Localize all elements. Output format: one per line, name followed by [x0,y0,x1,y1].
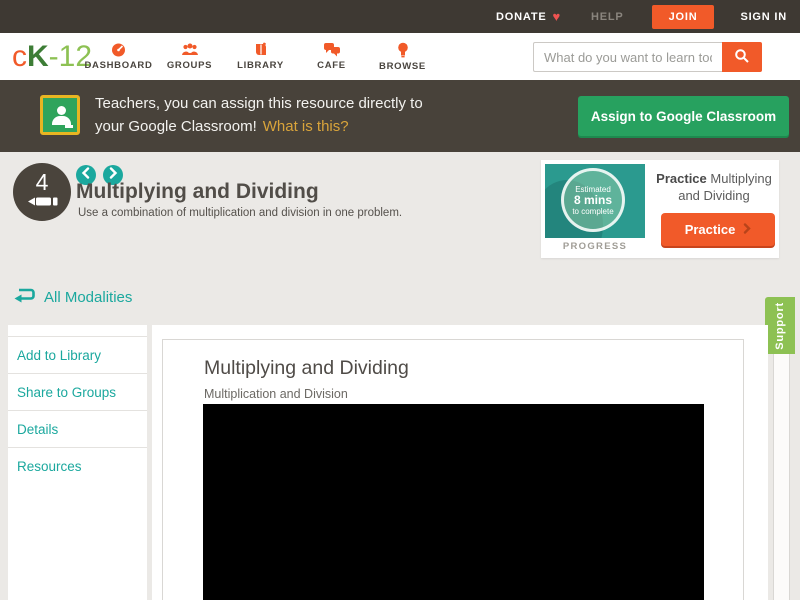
chevron-right-icon [743,222,751,237]
all-modalities-link[interactable]: All Modalities [12,286,132,308]
support-tab-label: Support [774,302,786,350]
practice-cta-text: Practice Multiplying and Dividing [651,170,777,204]
content-heading: Multiplying and Dividing [204,357,409,380]
ck12-logo[interactable]: cK-12 [12,33,92,80]
sidebar-item-add-to-library[interactable]: Add to Library [8,336,147,373]
practice-thumbnail[interactable]: Estimated 8 mins to complete [545,164,645,238]
all-modalities-label: All Modalities [44,289,132,306]
dashboard-gauge-icon [109,42,128,57]
nav-item-library[interactable]: LIBRARY [225,33,296,80]
main-nav: cK-12 DASHBOARD GROUPS LIBRARY CAFE [0,33,800,80]
modality-frame: Multiplying and Dividing Multiplication … [162,339,744,600]
sidebar-item-share-to-groups[interactable]: Share to Groups [8,373,147,410]
nav-label: BROWSE [379,61,426,72]
concept-sidebar: Add to Library Share to Groups Details R… [8,325,147,600]
practice-card: Estimated 8 mins to complete PROGRESS Pr… [541,160,779,258]
what-is-this-link[interactable]: What is this? [263,118,349,135]
estimated-time-circle: Estimated 8 mins to complete [561,168,625,232]
sidebar-item-details[interactable]: Details [8,410,147,447]
progress-label: PROGRESS [541,241,649,252]
content-panel: Multiplying and Dividing Multiplication … [152,325,768,600]
google-classroom-banner: Teachers, you can assign this resource d… [0,80,800,152]
return-arrow-icon [12,286,36,308]
video-player[interactable] [203,404,704,600]
nav-label: CAFE [317,60,346,71]
sidebar-item-resources[interactable]: Resources [8,447,147,484]
nav-items: DASHBOARD GROUPS LIBRARY CAFE BROWSE [83,33,438,80]
pencil-icon [24,195,60,213]
nav-label: DASHBOARD [84,60,152,71]
sign-in-link[interactable]: SIGN IN [740,11,787,23]
help-link[interactable]: HELP [591,11,624,23]
content-subheading: Multiplication and Division [204,387,348,401]
support-tab[interactable]: Support [765,297,795,354]
logo-letter-k: K [27,40,49,74]
nav-item-groups[interactable]: GROUPS [154,33,225,80]
join-button[interactable]: JOIN [652,5,715,29]
nav-label: LIBRARY [237,60,284,71]
banner-text: Teachers, you can assign this resource d… [95,92,423,138]
browse-lightbulb-icon [396,42,410,58]
nav-item-cafe[interactable]: CAFE [296,33,367,80]
magnifier-icon [734,48,750,67]
google-classroom-icon [40,95,80,135]
donate-link[interactable]: DONATE ♥ [496,9,561,24]
concept-level-badge: 4 [13,163,71,221]
groups-people-icon [180,42,200,57]
badge-number: 4 [36,169,49,195]
nav-item-dashboard[interactable]: DASHBOARD [83,33,154,80]
scrollbar-track[interactable] [773,354,790,600]
search-button[interactable] [722,42,762,72]
practice-button[interactable]: Practice [661,213,775,246]
donate-label: DONATE [496,11,546,23]
assign-to-google-classroom-button[interactable]: Assign to Google Classroom [578,96,789,136]
top-bar: DONATE ♥ HELP JOIN SIGN IN [0,0,800,33]
nav-label: GROUPS [167,60,212,71]
page-subtitle: Use a combination of multiplication and … [78,207,402,219]
page-title: Multiplying and Dividing [76,180,319,204]
nav-item-browse[interactable]: BROWSE [367,33,438,80]
library-book-icon [252,42,270,57]
heart-icon: ♥ [552,9,561,24]
search-input[interactable] [533,42,722,72]
logo-letter-c: c [12,40,27,74]
cafe-chat-icon [322,42,342,57]
